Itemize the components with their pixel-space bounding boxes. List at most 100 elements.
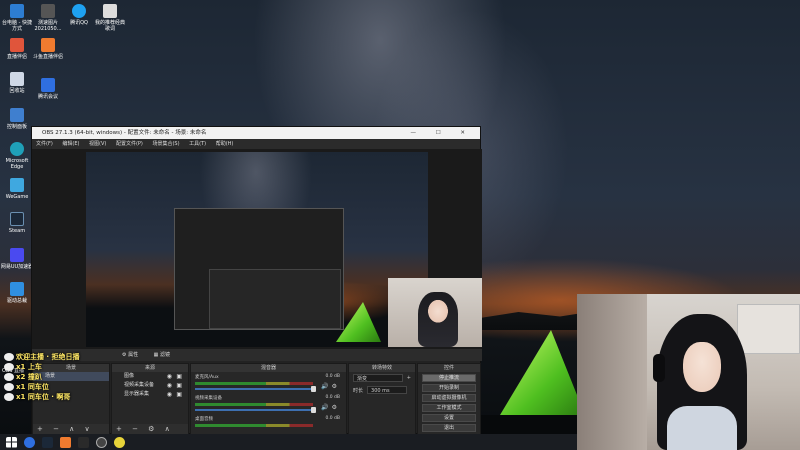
- chat-line: x1 同车位: [4, 382, 114, 392]
- desktop-icon-lyrics[interactable]: 我的推荐经典 歌词: [93, 4, 127, 32]
- menu-file[interactable]: 文件(F): [36, 141, 53, 147]
- volume-slider[interactable]: [195, 407, 316, 413]
- gear-icon[interactable]: ⚙: [332, 404, 340, 411]
- mixer-track-db: 0.0 dB: [325, 374, 340, 379]
- mixer-track-mic: 麦克风/Aux 0.0 dB 🔊⚙: [191, 372, 346, 393]
- visibility-eye-icon[interactable]: ◉: [167, 390, 172, 399]
- search-icon[interactable]: [24, 436, 35, 448]
- sticker-icon: [4, 383, 14, 391]
- douyu-taskbar-icon[interactable]: [60, 436, 71, 448]
- sticker-icon: [4, 353, 14, 361]
- filters-button[interactable]: ▦ 滤镜: [154, 352, 170, 358]
- desktop-icon-control-panel[interactable]: 控制面板: [0, 108, 34, 130]
- desktop-icon-edge[interactable]: Microsoft Edge: [0, 142, 34, 170]
- sticker-icon: [4, 373, 14, 381]
- webcam-bunk-bed: [577, 294, 647, 450]
- transitions-dock: 转场特效 渐变 + 时长 300 ms: [348, 363, 416, 435]
- controls-dock: 控件 停止推流 开始录制 启动虚拟摄像机 工作室模式 设置 退出: [417, 363, 481, 435]
- chat-line: x1 同车位 · 啊哥: [4, 392, 114, 402]
- visibility-eye-icon[interactable]: ◉: [167, 381, 172, 390]
- volume-slider[interactable]: [195, 386, 316, 392]
- mixer-track-video-capture: 视频采集设备 0.0 dB 🔊⚙: [191, 393, 346, 414]
- windows-start-icon[interactable]: [6, 436, 17, 448]
- document-icon: [103, 4, 117, 18]
- sticker-icon: [4, 363, 14, 371]
- desktop-icon-wegame[interactable]: WeGame: [0, 178, 34, 200]
- menu-view[interactable]: 视图(V): [89, 141, 106, 147]
- mixer-track-desktop-audio: 桌面音频 0.0 dB: [191, 414, 346, 435]
- source-item-video-capture[interactable]: 视频采集设备 ◉ ▣: [112, 381, 188, 390]
- volume-meter: [195, 403, 313, 406]
- webcam-person: [653, 314, 747, 450]
- desktop-icon-computer[interactable]: 台电脑 - 快捷方式: [0, 4, 34, 32]
- preview-webcam-source[interactable]: [388, 278, 482, 347]
- desktop-icon-driver[interactable]: 驱动总裁: [0, 282, 34, 304]
- duration-input[interactable]: 300 ms: [367, 386, 408, 394]
- wegame-icon: [10, 178, 24, 192]
- desktop-icon-qq[interactable]: 腾讯QQ: [62, 4, 96, 26]
- preview-canvas[interactable]: [86, 152, 482, 347]
- webcam-shirt: [667, 406, 737, 450]
- driver-icon: [10, 282, 24, 296]
- recycle-bin-icon: [10, 72, 24, 86]
- volume-meter: [195, 382, 313, 385]
- nested-obs-window: [174, 208, 344, 330]
- desktop-icon-tencent-meeting[interactable]: 腾讯会议: [31, 78, 65, 100]
- transition-type-select[interactable]: 渐变: [353, 374, 403, 382]
- add-transition-icon[interactable]: +: [407, 375, 411, 381]
- lock-icon[interactable]: ▣: [176, 381, 182, 390]
- visibility-eye-icon[interactable]: ◉: [167, 372, 172, 381]
- menu-profile[interactable]: 配置文件(P): [116, 141, 143, 147]
- lock-icon[interactable]: ▣: [176, 390, 182, 399]
- mixer-track-db: 0.0 dB: [325, 395, 340, 400]
- browser-taskbar-icon[interactable]: [114, 436, 125, 448]
- volume-slider-knob[interactable]: [311, 407, 316, 413]
- source-item-image[interactable]: 图像 ◉ ▣: [112, 372, 188, 381]
- sources-dock-footer[interactable]: + − ⚙ ∧ ∨: [112, 424, 188, 443]
- desktop-icon-live-partner[interactable]: 直播伴侣: [0, 38, 34, 60]
- edge-icon: [10, 142, 24, 156]
- chat-line: 欢迎主播 · 拒绝日播: [4, 352, 114, 362]
- gear-icon[interactable]: ⚙: [332, 383, 340, 390]
- desktop-icon-steam[interactable]: Steam: [0, 212, 34, 234]
- start-virtual-camera-button[interactable]: 启动虚拟摄像机: [422, 394, 476, 402]
- menu-scene-collection[interactable]: 场景集合(S): [152, 141, 179, 147]
- mixer-track-controls: 🔊⚙: [321, 404, 340, 411]
- obs-taskbar-icon[interactable]: [96, 436, 107, 448]
- desktop-icon-douyu[interactable]: 斗鱼直播伴侣: [31, 38, 65, 60]
- start-recording-button[interactable]: 开始录制: [422, 384, 476, 392]
- stop-streaming-button[interactable]: 停止推流: [422, 374, 476, 382]
- desktop-icon-recycle-bin[interactable]: 回收站: [0, 72, 34, 94]
- mixer-track-controls: 🔊⚙: [321, 383, 340, 390]
- exit-button[interactable]: 退出: [422, 424, 476, 432]
- menu-edit[interactable]: 编辑(E): [62, 141, 79, 147]
- obs-titlebar[interactable]: OBS 27.1.3 (64-bit, windows) - 配置文件: 未命名…: [32, 127, 480, 139]
- settings-button[interactable]: 设置: [422, 414, 476, 422]
- obs-preview-area[interactable]: [32, 149, 482, 349]
- webcam-face: [683, 342, 721, 392]
- studio-mode-button[interactable]: 工作室模式: [422, 404, 476, 412]
- scenes-dock-footer[interactable]: + − ∧ ∨: [33, 424, 109, 434]
- volume-slider-knob[interactable]: [311, 386, 316, 392]
- app-taskbar-icon[interactable]: [78, 436, 89, 448]
- headset-icon: [653, 354, 665, 382]
- source-item-display-capture[interactable]: 显示器采集 ◉ ▣: [112, 390, 188, 399]
- desktop-icon-uu-accelerator[interactable]: 网易UU加速器: [0, 248, 34, 270]
- desktop-icon-speed-image[interactable]: 测速图片 2021050...: [31, 4, 65, 32]
- speaker-icon[interactable]: 🔊: [321, 404, 331, 411]
- transitions-dock-title: 转场特效: [349, 364, 415, 372]
- menu-tools[interactable]: 工具(T): [189, 141, 206, 147]
- mixer-track-name: 视频采集设备: [195, 396, 222, 401]
- mixer-track-name: 麦克风/Aux: [195, 375, 219, 380]
- sticker-icon: [4, 393, 14, 401]
- properties-button[interactable]: ⚙ 属性: [122, 352, 138, 358]
- lock-icon[interactable]: ▣: [176, 372, 182, 381]
- menu-help[interactable]: 帮助(H): [216, 141, 234, 147]
- computer-icon: [10, 4, 24, 18]
- obs-menubar: 文件(F) 编辑(E) 视图(V) 配置文件(P) 场景集合(S) 工具(T) …: [32, 139, 480, 149]
- taskbar: [0, 434, 577, 450]
- window-controls[interactable]: — ☐ ✕: [410, 127, 474, 139]
- steam-taskbar-icon[interactable]: [42, 436, 53, 448]
- speaker-icon[interactable]: 🔊: [321, 383, 331, 390]
- live-partner-icon: [10, 38, 24, 52]
